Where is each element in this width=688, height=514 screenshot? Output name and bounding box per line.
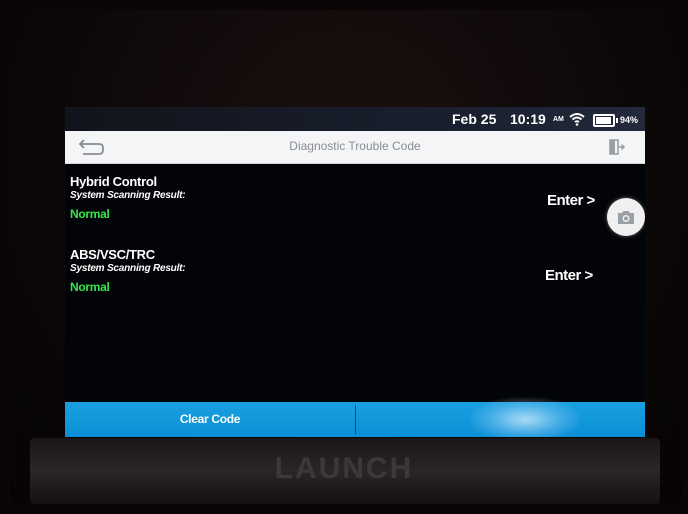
- wifi-icon: [569, 113, 585, 126]
- system-item-abs-vsc-trc: ABS/VSC/TRC System Scanning Result: Norm…: [70, 247, 186, 294]
- status-time: 10:19: [510, 111, 546, 127]
- status-battery-percent: 94%: [620, 115, 639, 125]
- device-screen: Feb 25 10:19 AM 94% Diagnostic Trouble C…: [65, 107, 645, 437]
- title-bar: Diagnostic Trouble Code: [65, 131, 645, 164]
- exit-door-icon: [609, 139, 626, 155]
- bottom-action-bar: Clear Code: [65, 402, 645, 437]
- camera-icon: [618, 211, 634, 224]
- system-item-hybrid-control: Hybrid Control System Scanning Result: N…: [70, 174, 186, 221]
- battery-level-fill: [596, 117, 611, 124]
- system-name: Hybrid Control: [70, 174, 157, 189]
- scan-result-status: Normal: [70, 280, 110, 294]
- scan-result-status: Normal: [70, 207, 110, 221]
- status-ampm: AM: [553, 116, 564, 123]
- clear-code-button[interactable]: Clear Code: [65, 402, 355, 437]
- secondary-action-button[interactable]: [356, 402, 645, 437]
- status-date: Feb 25: [452, 111, 497, 127]
- device-brand-logo: LAUNCH: [274, 452, 414, 485]
- screenshot-button[interactable]: [607, 198, 645, 236]
- enter-button-hybrid-control[interactable]: Enter >: [547, 192, 595, 209]
- page-title: Diagnostic Trouble Code: [289, 139, 421, 153]
- status-bar: Feb 25 10:19 AM 94%: [65, 107, 645, 131]
- battery-icon: [593, 114, 618, 127]
- exit-button[interactable]: [605, 137, 627, 157]
- enter-button-abs-vsc-trc[interactable]: Enter >: [545, 267, 593, 284]
- system-name: ABS/VSC/TRC: [70, 247, 155, 262]
- scan-result-label: System Scanning Result:: [70, 263, 186, 274]
- scan-result-label: System Scanning Result:: [70, 190, 186, 201]
